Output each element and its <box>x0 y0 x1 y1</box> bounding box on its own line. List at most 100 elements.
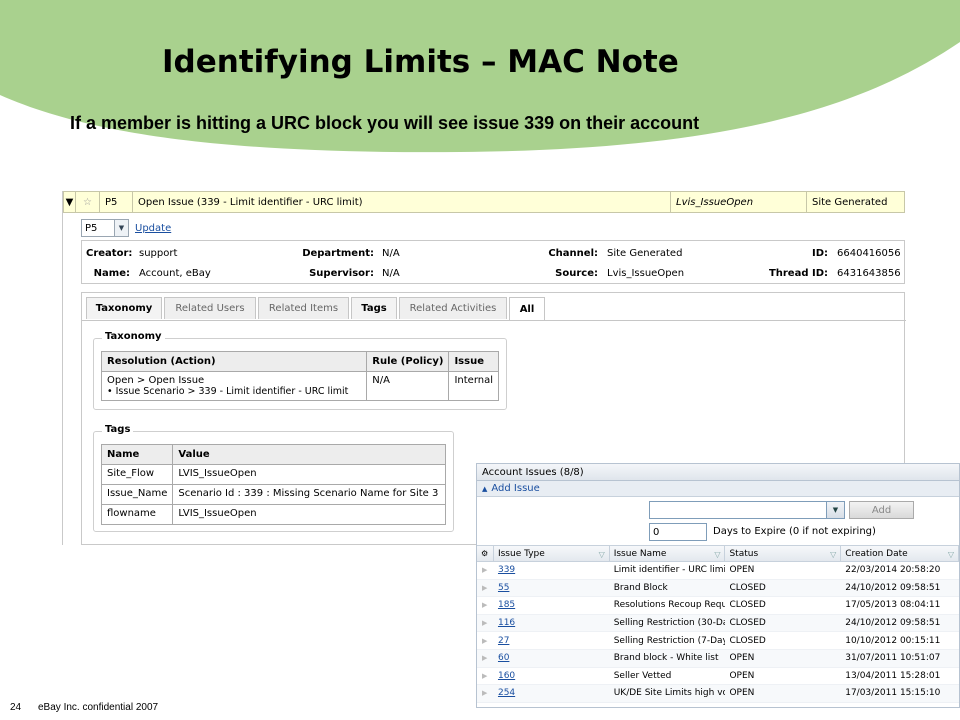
channel-value: Site Generated <box>607 248 683 259</box>
table-row: Site_Flow LVIS_IssueOpen <box>100 464 446 485</box>
channel-label: Channel: <box>548 248 598 259</box>
table-row[interactable]: ▶ 55 Brand Block CLOSED 24/10/2012 09:58:51 <box>477 579 959 598</box>
issue-name-cell: Limit identifier - URC limit <box>613 565 726 576</box>
add-issue-label[interactable]: Add Issue <box>491 483 539 494</box>
source-label: Source: <box>555 268 598 279</box>
issue-workflow: Lvis_IssueOpen <box>671 192 807 212</box>
tags-header-row: Name Value <box>100 444 446 465</box>
tab-related-users[interactable]: Related Users <box>164 297 256 319</box>
filter-icon[interactable]: ▽ <box>714 550 720 559</box>
issue-name-cell: Selling Restriction (7-Day) <box>613 635 726 646</box>
creation-date-cell: 17/03/2011 15:15:10 <box>845 688 941 699</box>
issue-name-column[interactable]: Issue Name ▽ <box>610 546 726 561</box>
creation-date-cell: 22/03/2014 20:58:20 <box>845 565 941 576</box>
table-row[interactable]: ▶ 160 Seller Vetted OPEN 13/04/2011 15:28:01 <box>477 668 959 686</box>
status-cell: OPEN <box>729 565 755 576</box>
issue-name-cell: Selling Restriction (30-Day <box>613 618 726 629</box>
collapse-triangle-icon[interactable]: ▼ <box>64 192 76 212</box>
issue-type-link[interactable]: 55 <box>494 580 610 597</box>
table-row[interactable]: ▶ 60 Brand block - White list OPEN 31/07/201… <box>477 649 959 668</box>
table-row[interactable]: ▶ 27 Selling Restriction (7-Day) CLOSED 10/1… <box>477 632 959 650</box>
issue-type-link[interactable]: 185 <box>494 597 610 614</box>
resolution-header: Resolution (Action) <box>100 351 368 372</box>
tab-all[interactable]: All <box>509 297 545 321</box>
issue-name-cell: Seller Vetted <box>613 670 672 681</box>
creation-date-column[interactable]: Creation Date ▽ <box>841 546 959 561</box>
issue-name-cell: Resolutions Recoup Requi <box>613 600 726 611</box>
tag-name-cell: Site_Flow <box>100 464 174 485</box>
issue-type-link[interactable]: 27 <box>494 632 610 649</box>
resolution-cell: Open > Open Issue • Issue Scenario > 339… <box>100 371 368 401</box>
add-issue-toggle[interactable]: ▲ Add Issue <box>477 481 959 497</box>
tab-related-items[interactable]: Related Items <box>258 297 349 319</box>
issue-type-header: Issue Type <box>497 548 545 559</box>
days-to-expire-label: Days to Expire (0 if not expiring) <box>713 526 876 537</box>
chevron-down-icon[interactable]: ▼ <box>826 502 844 518</box>
issue-type-link[interactable]: 116 <box>494 615 610 632</box>
row-expand-icon[interactable]: ▶ <box>477 597 494 614</box>
issue-name-cell: Brand Block <box>613 582 668 593</box>
account-issues-header: ⚙ Issue Type ▽ Issue Name ▽ Status ▽ Creati… <box>477 545 959 562</box>
tab-bar: Taxonomy Related Users Related Items Tag… <box>86 297 545 321</box>
table-row: flowname LVIS_IssueOpen <box>100 504 446 525</box>
creation-date-cell: 17/05/2013 08:04:11 <box>845 600 941 611</box>
row-expand-icon[interactable]: ▶ <box>477 650 494 667</box>
gear-icon[interactable]: ⚙ <box>477 546 494 561</box>
issue-subject: Open Issue (339 - Limit identifier - URC… <box>133 192 671 212</box>
issue-type-link[interactable]: 339 <box>494 562 610 579</box>
thread-id-value: 6431643856 <box>837 268 901 279</box>
collapse-triangle-icon[interactable]: ▲ <box>482 485 487 493</box>
chevron-down-icon[interactable]: ▼ <box>114 220 128 236</box>
row-expand-icon[interactable]: ▶ <box>477 615 494 632</box>
row-expand-icon[interactable]: ▶ <box>477 668 494 685</box>
issue-type-column[interactable]: Issue Type ▽ <box>494 546 610 561</box>
tag-value-cell: Scenario Id : 339 : Missing Scenario Nam… <box>172 484 446 505</box>
rule-header: Rule (Policy) <box>366 351 450 372</box>
issue-type-link[interactable]: 160 <box>494 668 610 685</box>
row-expand-icon[interactable]: ▶ <box>477 580 494 597</box>
name-label: Name: <box>93 268 130 279</box>
rule-cell: N/A <box>366 371 450 401</box>
filter-icon[interactable]: ▽ <box>830 550 836 559</box>
table-row[interactable]: ▶ 116 Selling Restriction (30-Day CLOSED 24/… <box>477 614 959 633</box>
priority-select[interactable]: P5 ▼ <box>81 219 129 237</box>
update-link[interactable]: Update <box>135 223 171 234</box>
tab-taxonomy[interactable]: Taxonomy <box>86 297 162 319</box>
tag-name-cell: Issue_Name <box>100 484 174 505</box>
filter-icon[interactable]: ▽ <box>948 550 954 559</box>
star-icon[interactable]: ☆ <box>76 192 100 212</box>
account-issues-title: Account Issues (8/8) <box>477 464 959 481</box>
taxonomy-table: Resolution (Action) Rule (Policy) Issue … <box>100 351 499 401</box>
status-column[interactable]: Status ▽ <box>725 546 842 561</box>
add-button[interactable]: Add <box>849 501 914 519</box>
resolution-scenario: • Issue Scenario > 339 - Limit identifie… <box>107 386 349 397</box>
issue-type-combo[interactable]: ▼ <box>649 501 845 519</box>
creation-date-cell: 10/10/2012 00:15:11 <box>845 635 941 646</box>
tab-tags[interactable]: Tags <box>351 297 397 319</box>
row-expand-icon[interactable]: ▶ <box>477 632 494 649</box>
issue-type-link[interactable]: 254 <box>494 685 610 702</box>
status-header: Status <box>729 548 759 559</box>
department-value: N/A <box>382 248 400 259</box>
tab-related-activities[interactable]: Related Activities <box>399 297 507 319</box>
issue-header-row[interactable]: ▼ ☆ P5 Open Issue (339 - Limit identifie… <box>63 191 905 213</box>
page-number: 24 <box>10 702 22 713</box>
days-to-expire-input[interactable]: 0 <box>649 523 707 541</box>
supervisor-value: N/A <box>382 268 400 279</box>
table-row[interactable]: ▶ 339 Limit identifier - URC limit OPEN 22/0… <box>477 562 959 580</box>
tags-legend: Tags <box>102 424 134 435</box>
table-row: Issue_Name Scenario Id : 339 : Missing S… <box>100 484 446 505</box>
issue-source: Site Generated <box>812 196 888 208</box>
filter-icon[interactable]: ▽ <box>599 550 605 559</box>
issue-type-link[interactable]: 60 <box>494 650 610 667</box>
table-row[interactable]: ▶ 254 UK/DE Site Limits high vol OPEN 17/03/… <box>477 685 959 703</box>
taxonomy-legend: Taxonomy <box>102 331 165 342</box>
tag-value-cell: LVIS_IssueOpen <box>172 464 446 485</box>
creator-label: Creator: <box>86 248 133 259</box>
issue-header: Issue <box>448 351 499 372</box>
table-row[interactable]: ▶ 185 Resolutions Recoup Requi CLOSED 17/05/… <box>477 597 959 615</box>
row-expand-icon[interactable]: ▶ <box>477 685 494 702</box>
tag-name-cell: flowname <box>100 504 174 525</box>
tag-value-header: Value <box>172 444 446 465</box>
row-expand-icon[interactable]: ▶ <box>477 562 494 579</box>
